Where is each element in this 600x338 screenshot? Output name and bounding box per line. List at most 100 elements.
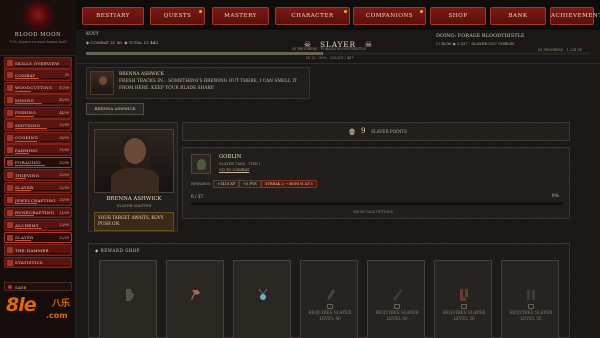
sidebar-item[interactable]: WOODCUTTING 47/99 [4,81,72,94]
combat-level-value: 30 [116,40,122,45]
lock-icon [327,304,333,309]
sidebar-item[interactable]: FARMING 31/99 [4,144,72,156]
total-level-label: TOTAL LV [128,40,149,45]
sidebar-item-level: 22/99 [59,235,69,240]
tab-label: SHOP [448,13,468,19]
tab-mastery[interactable]: MASTERY [212,7,269,25]
sidebar-item[interactable]: THIEVING 25/99 [4,169,72,181]
sidebar-item-progress [15,227,69,229]
sidebar-item-level: 39 [64,73,69,78]
sidebar-item-progress [15,115,69,117]
shop-item[interactable]: REQUIRES SLAYER LEVEL 60 [367,260,425,338]
slayer-panel: BRENNA ASHWICK FRESH TRACKS IN... SOMETH… [76,64,600,338]
tab-shop[interactable]: SHOP [430,7,486,25]
sidebar-item[interactable]: SLAYER 22/99 [4,181,72,194]
reward-chip: STREAK 2 → BONUS AT 5 [261,180,317,188]
notification-dot-icon [199,10,202,13]
npc-dialog: BRENNA ASHWICK FRESH TRACKS IN... SOMETH… [86,67,310,99]
sidebar-item[interactable]: SMITHING 33/99 [4,119,72,132]
sidebar-item[interactable]: FORAGING 33/99 [4,156,72,169]
goblin-icon [191,154,211,174]
sidebar-item-progress [15,128,69,130]
npc-portrait [94,129,174,194]
task-subtitle: SLAYER TASK · TIER I [219,162,261,166]
skill-icon [7,147,13,154]
sidebar-item[interactable]: THE HAMMER [4,244,72,256]
task-progress-percent: 0% [551,194,559,199]
shop-item[interactable] [99,260,157,338]
shop-item[interactable] [233,260,291,338]
save-button[interactable]: SAVE [4,282,72,291]
tab-bank[interactable]: BANK [490,7,546,25]
sidebar-item-level: 44/99 [59,110,69,115]
resource-stats: ☐ 38/38 ◆ 3,037 · SLAYER 0/37 GOBLIN [436,41,515,46]
go-to-combat-link[interactable]: GO TO COMBAT [219,168,249,172]
dialog-text: FRESH TRACKS IN... SOMETHING'S BREWING O… [119,79,297,91]
sidebar-item-progress [15,202,69,204]
sidebar-item[interactable]: SKILLS OVERVIEW [4,57,72,69]
sidebar-item[interactable]: FISHING 44/99 [4,106,72,119]
reward-chip: +1418 XP [213,180,240,188]
skill-icon [7,72,13,79]
tab-achievements[interactable]: ACHIEVEMENTS [550,7,600,25]
task-target: GOBLIN [219,154,242,160]
tab-bestiary[interactable]: BESTIARY [82,7,144,25]
sidebar-item-level: 22/99 [59,185,69,190]
sidebar-item[interactable]: SLAYER 22/99 [4,231,72,244]
sidebar-item[interactable]: MINING 45/99 [4,94,72,107]
skill-icon [7,222,13,229]
combat-level-label: COMBAT LV [90,40,116,45]
sidebar-item[interactable]: COMBAT 39 [4,69,72,82]
npc-select-button[interactable]: BRENNA ASHWICK [86,103,144,115]
sidebar-item-progress [15,152,69,154]
shop-item[interactable]: REQUIRES SLAYER LEVEL 55 [501,260,559,338]
tab-quests[interactable]: QUESTS [150,7,205,25]
sidebar-item-level: 31/99 [59,148,69,153]
sidebar-item-level: 20/99 [59,198,69,203]
activity-status: IN PROGRESS · FORAGE BLOODTHISTLE [292,47,366,51]
sidebar-item[interactable]: STATISTICS [4,256,72,269]
sidebar-item[interactable]: ALCHEMY 23/99 [4,219,72,231]
rewards-label: REWARDS [191,182,211,186]
shop-item[interactable] [166,260,224,338]
sidebar-item[interactable]: COOKING 38/99 [4,131,72,144]
axe-icon [190,287,202,301]
level-summary: ◆ COMBAT LV 30 ◆ TOTAL LV 443 [86,40,158,45]
show-task-options-button[interactable]: SHOW TASK OPTIONS [333,210,413,214]
slayer-points-value: 9 [361,127,366,135]
sidebar-item[interactable]: JEWELCRAFTING 20/99 [4,194,72,206]
skill-icon [7,134,13,141]
shop-item[interactable]: REQUIRES SLAYER LEVEL 40 [300,260,358,338]
lock-icon [461,304,467,309]
sidebar-item-progress [15,240,69,242]
activity-substatus: IN PROGRESS · 1,234 XP [538,48,583,52]
doing-value: FORAGE BLOODTHISTLE [457,33,525,39]
dagger-icon [324,287,336,301]
lock-icon [394,304,400,309]
sidebar-item[interactable]: RUNECRAFTING 21/99 [4,206,72,219]
sidebar-item-progress [15,177,69,179]
skill-icon [7,109,13,116]
blood-moon-icon [26,4,50,28]
skill-icon [7,184,13,191]
notification-dot-icon [420,10,423,13]
tab-label: BANK [508,13,528,19]
skill-icon [7,159,13,166]
sidebar-item-level: 33/99 [59,160,69,165]
shop-item[interactable]: REQUIRES SLAYER LEVEL 50 [434,260,492,338]
doing-label: DOING: [436,33,457,39]
sidebar-item-progress [15,190,69,192]
dialog-speaker: BRENNA ASHWICK [119,72,164,77]
tab-companions[interactable]: COMPANIONS [353,7,426,25]
tab-character[interactable]: CHARACTER [275,7,350,25]
skill-icon [7,234,13,241]
total-level-value: 443 [150,40,158,45]
npc-avatar [90,71,114,95]
shop-item-requirement: REQUIRES SLAYER LEVEL 60 [375,310,419,321]
sidebar-item-level: 47/99 [59,85,69,90]
sidebar-item-level: 38/99 [59,135,69,140]
slayer-points-label: SLAYER POINTS [371,129,408,134]
sidebar-item-progress [15,103,69,105]
event-subtitle: 70% chance to earn bonus loot! [9,40,67,44]
skill-nav: SKILLS OVERVIEW COMBAT 39 WOODCUTTING 47/99 M… [0,57,76,269]
